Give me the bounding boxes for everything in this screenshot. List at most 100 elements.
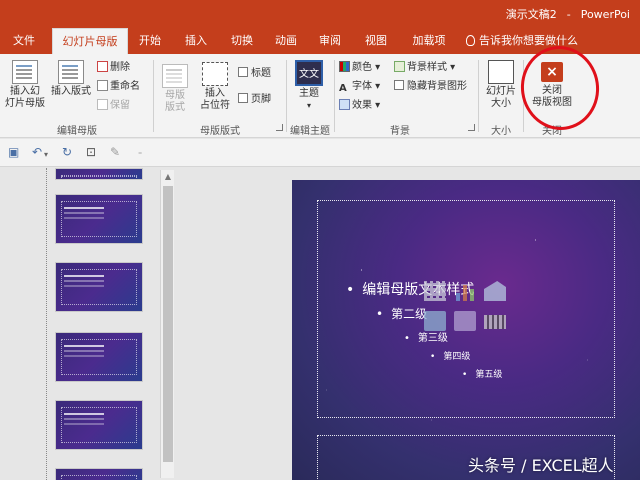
insert-video-icon[interactable] — [484, 315, 506, 329]
bullet-icon: • — [462, 370, 468, 380]
thumbnail-scrollbar[interactable]: ▲ — [160, 170, 174, 478]
rename-icon — [97, 80, 108, 91]
save-icon[interactable]: ▣ — [8, 145, 19, 159]
rename-label: 重命名 — [110, 81, 140, 92]
title-checkbox-box[interactable] — [238, 67, 248, 77]
preserve-button[interactable]: 保留 — [97, 98, 130, 114]
title-bar: 演示文稿2- PowerPoi — [0, 0, 640, 28]
tab-transitions[interactable]: 切换 — [224, 28, 260, 54]
effects-icon — [339, 99, 350, 110]
insert-layout-button[interactable]: 插入版式 — [48, 60, 94, 98]
slide-thumbnail[interactable] — [55, 468, 143, 480]
insert-table-icon[interactable] — [424, 281, 446, 301]
master-layout-icon — [162, 64, 188, 88]
group-divider — [153, 60, 154, 132]
background-launcher-icon[interactable] — [468, 124, 475, 131]
slide-thumbnail[interactable] — [55, 168, 143, 180]
bullet-icon: • — [430, 352, 436, 362]
insert-placeholder-button[interactable]: 插入 占位符 — [194, 62, 236, 112]
tab-view[interactable]: 视图 — [358, 28, 394, 54]
title-checkbox[interactable]: 标题 — [238, 66, 271, 82]
colors-label: 颜色 — [352, 62, 372, 73]
text-level-2-label: 第二级 — [391, 307, 428, 321]
group-label-edit-theme: 编辑主题 — [290, 126, 330, 137]
insert-slide-master-label: 插入幻 灯片母版 — [5, 86, 45, 109]
text-level-2: • 第二级 — [376, 305, 427, 322]
tab-home[interactable]: 开始 — [132, 28, 168, 54]
text-level-3-label: 第三级 — [417, 333, 448, 344]
hide-background-label: 隐藏背景图形 — [407, 81, 467, 92]
tell-me-text: 告诉我你想要做什么 — [479, 34, 578, 47]
tab-animations[interactable]: 动画 — [268, 28, 304, 54]
delete-icon — [97, 61, 108, 72]
delete-button[interactable]: 删除 — [97, 60, 130, 76]
slide-thumbnail[interactable] — [55, 194, 143, 244]
scroll-up-icon[interactable]: ▲ — [161, 170, 175, 184]
hide-background-checkbox-box[interactable] — [394, 80, 404, 90]
rename-button[interactable]: 重命名 — [97, 79, 140, 95]
redo-icon[interactable]: ↻ — [62, 145, 72, 159]
fonts-dropdown[interactable]: A 字体 ▾ — [339, 79, 380, 95]
master-layout-label: 母版 版式 — [165, 90, 185, 113]
title-separator: - — [566, 8, 571, 21]
thumbnail-guide-line — [46, 168, 47, 480]
quick-access-toolbar: ▣ ↶ ▾ ↻ ⊡ ✎ ⁼ — [0, 139, 640, 167]
effects-dropdown[interactable]: 效果 ▾ — [339, 98, 380, 114]
slide-thumbnail[interactable] — [55, 262, 143, 312]
colors-dropdown[interactable]: 颜色 ▾ — [339, 60, 380, 76]
group-label-size: 大小 — [491, 126, 511, 137]
text-level-4-label: 第四级 — [443, 352, 471, 362]
slide-size-label: 幻灯片 大小 — [486, 86, 516, 109]
online-pictures-icon[interactable] — [454, 311, 476, 331]
tab-file[interactable]: 文件 — [6, 28, 42, 54]
group-label-master-layout: 母版版式 — [200, 126, 240, 137]
fonts-label: 字体 — [352, 81, 372, 92]
watermark: 头条号 / EXCEL超人 — [468, 456, 614, 475]
slide-size-button[interactable]: 幻灯片 大小 — [481, 60, 521, 110]
bullet-icon: • — [346, 282, 355, 298]
master-slide[interactable]: • 编辑母版文本样式 • 第二级 • 第三级 • 第四级 • 第五级 — [292, 180, 640, 480]
text-level-3: • 第三级 — [404, 329, 448, 344]
background-styles-label: 背景样式 — [407, 62, 447, 73]
group-divider — [334, 60, 335, 132]
title-checkbox-label: 标题 — [251, 68, 271, 79]
tab-insert[interactable]: 插入 — [178, 28, 214, 54]
insert-smartart-icon[interactable] — [484, 281, 506, 301]
undo-dropdown-icon[interactable]: ▾ — [44, 148, 48, 162]
touch-mode-icon[interactable]: ✎ — [110, 145, 120, 159]
scrollbar-thumb[interactable] — [163, 186, 173, 462]
tab-slide-master[interactable]: 幻灯片母版 — [52, 28, 128, 54]
pin-icon — [97, 99, 108, 110]
placeholder-icon — [202, 62, 228, 86]
customize-icon[interactable]: ⁼ — [138, 148, 142, 162]
background-styles-dropdown[interactable]: 背景样式 ▾ — [394, 60, 455, 76]
slide-thumbnail[interactable] — [55, 400, 143, 450]
master-layout-button[interactable]: 母版 版式 — [158, 64, 192, 114]
insert-slide-master-button[interactable]: 插入幻 灯片母版 — [4, 60, 46, 110]
preserve-label: 保留 — [110, 100, 130, 111]
tab-addins[interactable]: 加载项 — [406, 28, 452, 54]
text-level-5: • 第五级 — [462, 367, 502, 380]
window-title: 演示文稿2- PowerPoi — [506, 6, 640, 22]
app-name: PowerPoi — [580, 8, 630, 21]
text-level-5-label: 第五级 — [475, 370, 503, 380]
themes-dropdown-icon: ▾ — [306, 101, 311, 110]
footers-checkbox-box[interactable] — [238, 93, 248, 103]
insert-placeholder-label: 插入 占位符 — [200, 88, 230, 111]
group-label-background: 背景 — [390, 126, 410, 137]
slide-editing-area: • 编辑母版文本样式 • 第二级 • 第三级 • 第四级 • 第五级 — [176, 168, 640, 480]
theme-icon: 文文 — [295, 60, 323, 86]
content-placeholder[interactable]: • 编辑母版文本样式 • 第二级 • 第三级 • 第四级 • 第五级 — [317, 200, 615, 418]
tab-review[interactable]: 审阅 — [312, 28, 348, 54]
group-label-edit-master: 编辑母版 — [57, 126, 97, 137]
insert-picture-icon[interactable] — [424, 311, 446, 331]
footers-checkbox[interactable]: 页脚 — [238, 92, 271, 108]
present-icon[interactable]: ⊡ — [86, 145, 96, 159]
slide-master-icon — [12, 60, 38, 84]
master-layout-launcher-icon[interactable] — [276, 124, 283, 131]
themes-button[interactable]: 文文 主题 ▾ — [290, 60, 328, 112]
hide-background-graphics-checkbox[interactable]: 隐藏背景图形 — [394, 79, 467, 95]
undo-icon[interactable]: ↶ — [32, 145, 42, 159]
effects-label: 效果 — [352, 100, 372, 111]
slide-thumbnail[interactable] — [55, 332, 143, 382]
